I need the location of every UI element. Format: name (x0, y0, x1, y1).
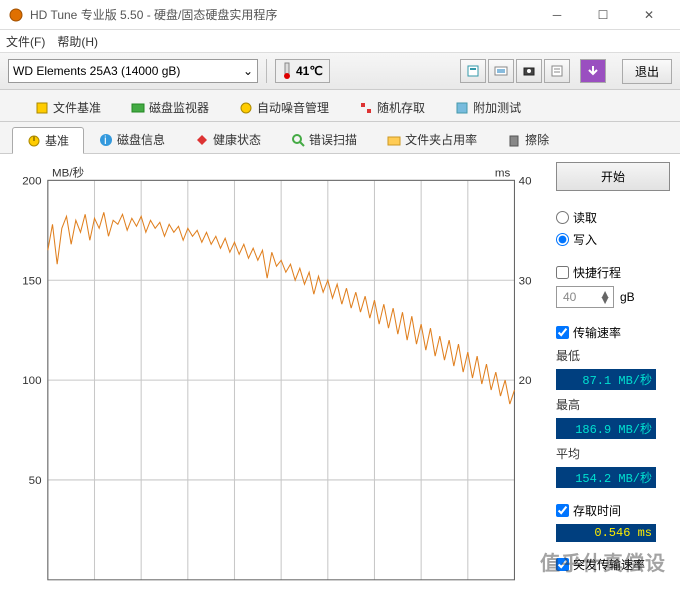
svg-text:ms: ms (495, 167, 511, 179)
titlebar: HD Tune 专业版 5.50 - 硬盘/固态硬盘实用程序 ─ ☐ ✕ (0, 0, 680, 30)
svg-text:i: i (104, 133, 107, 147)
menubar: 文件(F) 帮助(H) (0, 30, 680, 52)
options-button[interactable] (544, 59, 570, 83)
drive-select-value: WD Elements 25A3 (14000 gB) (13, 64, 180, 78)
tab-extra-tests[interactable]: 附加测试 (440, 94, 536, 121)
transfer-rate-check[interactable]: 传输速率 (556, 324, 670, 341)
tab-random-access[interactable]: 随机存取 (344, 94, 440, 121)
main-content: 50 100 150 200 20 30 40 MB/秒 ms 开始 读取 写入 快捷行程 40… (0, 154, 680, 590)
side-panel: 开始 读取 写入 快捷行程 40 ▲▼ gB 传输速率 最低 87.1 MB/秒… (546, 162, 670, 590)
close-button[interactable]: ✕ (626, 0, 672, 30)
spin-buttons[interactable]: ▲▼ (599, 291, 611, 303)
burst-rate-check[interactable]: 突发传输速率 (556, 556, 670, 573)
avg-label: 平均 (556, 445, 670, 462)
maximize-button[interactable]: ☐ (580, 0, 626, 30)
menu-help[interactable]: 帮助(H) (57, 33, 98, 50)
tab-erase[interactable]: 擦除 (492, 126, 564, 153)
write-radio[interactable]: 写入 (556, 231, 670, 248)
tab-file-benchmark[interactable]: 文件基准 (20, 94, 116, 121)
min-value: 87.1 MB/秒 (556, 369, 656, 390)
access-value: 0.546 ms (556, 524, 656, 542)
min-label: 最低 (556, 347, 670, 364)
toolbar-divider (266, 59, 267, 83)
tab-health[interactable]: 健康状态 (180, 126, 276, 153)
tab-benchmark[interactable]: 基准 (12, 127, 84, 154)
max-value: 186.9 MB/秒 (556, 418, 656, 439)
toolbar-icons (460, 59, 606, 83)
window-controls: ─ ☐ ✕ (534, 0, 672, 30)
chart-area: 50 100 150 200 20 30 40 MB/秒 ms (10, 162, 546, 590)
copy-info-button[interactable] (460, 59, 486, 83)
svg-text:20: 20 (519, 375, 532, 387)
shortstroke-input[interactable]: 40 ▲▼ (556, 286, 614, 308)
svg-text:100: 100 (22, 375, 41, 387)
tab-aam[interactable]: 自动噪音管理 (224, 94, 344, 121)
svg-text:40: 40 (519, 176, 532, 188)
tab-disk-monitor[interactable]: 磁盘监视器 (116, 94, 224, 121)
svg-text:MB/秒: MB/秒 (52, 165, 84, 179)
access-time-check[interactable]: 存取时间 (556, 502, 670, 519)
max-label: 最高 (556, 396, 670, 413)
window-title: HD Tune 专业版 5.50 - 硬盘/固态硬盘实用程序 (30, 6, 534, 23)
toolbar: WD Elements 25A3 (14000 gB) ⌄ 41℃ 退出 (0, 52, 680, 90)
shortstroke-check[interactable]: 快捷行程 (556, 264, 670, 281)
drive-select[interactable]: WD Elements 25A3 (14000 gB) ⌄ (8, 59, 258, 83)
app-icon (8, 7, 24, 23)
exit-button[interactable]: 退出 (622, 59, 672, 84)
copy-screenshot-button[interactable] (488, 59, 514, 83)
tab-row-1: 文件基准 磁盘监视器 自动噪音管理 随机存取 附加测试 (0, 90, 680, 122)
benchmark-chart: 50 100 150 200 20 30 40 MB/秒 ms (10, 162, 546, 590)
tab-error-scan[interactable]: 错误扫描 (276, 126, 372, 153)
tab-info[interactable]: i磁盘信息 (84, 126, 180, 153)
temperature-display: 41℃ (275, 59, 330, 83)
avg-value: 154.2 MB/秒 (556, 467, 656, 488)
save-button[interactable] (580, 59, 606, 83)
shortstroke-unit: gB (620, 290, 635, 304)
save-screenshot-button[interactable] (516, 59, 542, 83)
tab-row-2: 基准 i磁盘信息 健康状态 错误扫描 文件夹占用率 擦除 (0, 122, 680, 154)
thermometer-icon (282, 62, 292, 80)
svg-text:50: 50 (29, 475, 42, 487)
svg-text:150: 150 (22, 275, 41, 287)
minimize-button[interactable]: ─ (534, 0, 580, 30)
temperature-value: 41℃ (296, 64, 323, 78)
read-radio[interactable]: 读取 (556, 209, 670, 226)
svg-text:200: 200 (22, 176, 41, 188)
svg-text:30: 30 (519, 275, 532, 287)
menu-file[interactable]: 文件(F) (6, 33, 45, 50)
start-button[interactable]: 开始 (556, 162, 670, 191)
chevron-down-icon: ⌄ (243, 64, 253, 78)
tab-folder-usage[interactable]: 文件夹占用率 (372, 126, 492, 153)
